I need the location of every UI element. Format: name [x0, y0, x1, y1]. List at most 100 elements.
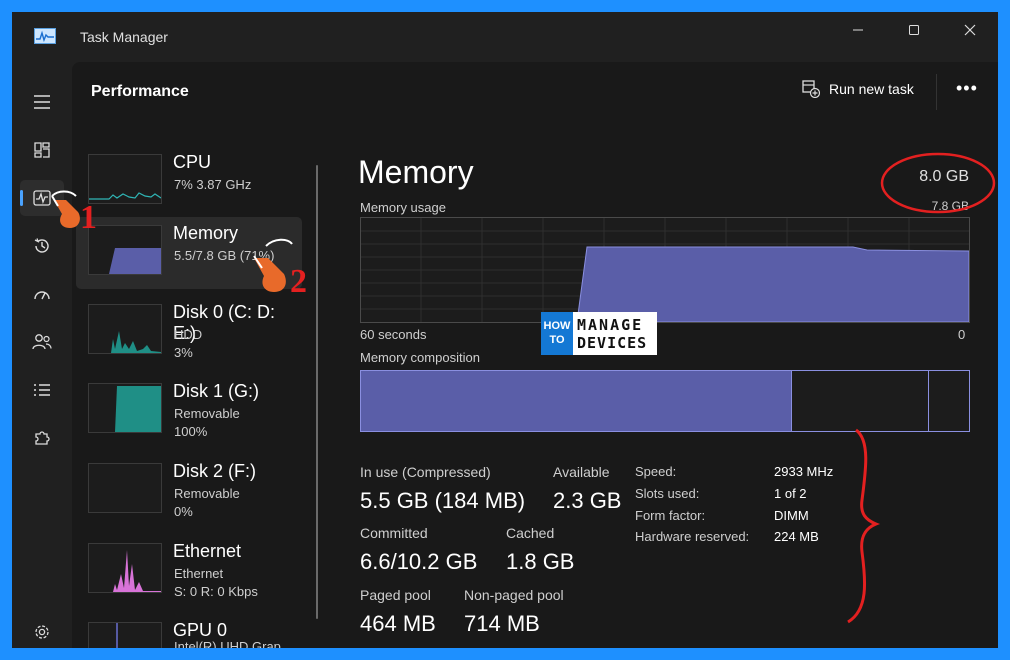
logo-how-text: HOW [543, 320, 571, 332]
resource-list-scrollbar[interactable] [316, 165, 318, 619]
in-use-value: 5.5 GB (184 MB) [360, 488, 526, 513]
resource-detail: Removable [174, 486, 240, 501]
nav-settings[interactable] [20, 614, 64, 648]
title-bar: Task Manager [12, 12, 998, 62]
resource-name: Disk 1 (G:) [173, 381, 260, 401]
minimize-button[interactable] [838, 18, 878, 46]
speedometer-icon [34, 291, 50, 300]
resource-ethernet[interactable]: Ethernet Ethernet S: 0 R: 0 Kbps [76, 535, 302, 607]
committed-value: 6.6/10.2 GB [360, 549, 478, 574]
run-new-task-button[interactable]: Run new task [802, 80, 914, 98]
memory-composition-bar [360, 370, 970, 432]
cached-value: 1.8 GB [506, 549, 575, 574]
nav-performance[interactable] [20, 180, 64, 216]
close-icon [964, 24, 976, 36]
available-label: Available [553, 464, 610, 480]
gpu-thumbnail-graph [88, 622, 162, 648]
nav-services[interactable] [20, 420, 64, 456]
speed-label: Speed: [635, 464, 677, 479]
resource-cpu[interactable]: CPU 7% 3.87 GHz [76, 146, 302, 218]
non-paged-pool-label: Non-paged pool [464, 587, 564, 603]
page-header: Performance Run new task ••• [72, 62, 998, 122]
howtomanagedevices-logo: HOW TO MANAGE DEVICES [541, 312, 657, 355]
header-separator [936, 74, 937, 110]
memory-total: 8.0 GB [919, 168, 969, 185]
resource-name: CPU [173, 152, 212, 172]
resource-memory[interactable]: Memory 5.5/7.8 GB (71%) [76, 217, 302, 289]
resource-disk-1[interactable]: Disk 1 (G:) Removable 100% [76, 375, 302, 447]
form-factor-value: DIMM [774, 508, 809, 523]
puzzle-icon [35, 431, 50, 445]
close-button[interactable] [950, 18, 990, 46]
slots-used-label: Slots used: [635, 486, 700, 501]
resource-detail: 7% 3.87 GHz [174, 177, 252, 192]
memory-usable: 7.8 GB [931, 199, 969, 213]
committed-label: Committed [360, 525, 428, 541]
processes-icon [34, 142, 50, 158]
task-manager-app-icon [34, 28, 56, 44]
disk2-thumbnail-graph [88, 463, 162, 513]
resource-usage: 0% [174, 504, 193, 519]
run-new-task-label: Run new task [829, 81, 914, 97]
non-paged-pool-value: 714 MB [464, 611, 540, 636]
resource-detail: HDD [174, 327, 203, 342]
memory-composition-label: Memory composition [360, 350, 480, 365]
resource-usage: 3% [174, 345, 193, 360]
slots-used-value: 1 of 2 [774, 486, 807, 501]
memory-usage-graph [360, 217, 970, 323]
paged-pool-label: Paged pool [360, 587, 431, 603]
users-icon [32, 334, 52, 350]
logo-manage-text: MANAGE [577, 316, 644, 334]
run-task-icon [802, 80, 820, 98]
nav-app-history[interactable] [20, 228, 64, 264]
maximize-icon [909, 25, 919, 35]
page-title: Performance [91, 83, 189, 100]
task-manager-window: Task Manager Performance Run new task ••… [12, 12, 998, 648]
resource-name: Ethernet [173, 541, 242, 561]
maximize-button[interactable] [894, 18, 934, 46]
resource-detail: 5.5/7.8 GB (71%) [174, 248, 275, 263]
performance-icon [33, 190, 51, 206]
disk0-thumbnail-graph [88, 304, 162, 354]
resource-gpu[interactable]: GPU 0 Intel(R) UHD Grap... [76, 614, 302, 648]
logo-how-to: HOW TO [541, 312, 573, 355]
navigation-rail [12, 62, 72, 648]
speed-value: 2933 MHz [774, 464, 834, 479]
cpu-thumbnail-graph [88, 154, 162, 204]
nav-details[interactable] [20, 372, 64, 408]
minimize-icon [853, 29, 863, 31]
nav-startup-apps[interactable] [20, 276, 64, 312]
ethernet-thumbnail-graph [88, 543, 162, 593]
gear-icon [35, 625, 49, 639]
logo-to-text: TO [549, 334, 565, 346]
nav-users[interactable] [20, 324, 64, 360]
memory-thumbnail-graph [88, 225, 162, 275]
memory-title: Memory [358, 154, 474, 190]
nav-processes[interactable] [20, 132, 64, 168]
resource-disk-2[interactable]: Disk 2 (F:) Removable 0% [76, 455, 302, 527]
resource-detail: Ethernet [174, 566, 224, 581]
hamburger-menu-button[interactable] [20, 84, 64, 120]
resource-disk-0[interactable]: Disk 0 (C: D: E:) HDD 3% [76, 296, 302, 368]
composition-divider [928, 371, 929, 431]
resource-usage: 100% [174, 424, 208, 439]
graph-x-end-label: 0 [958, 327, 966, 342]
resource-usage: S: 0 R: 0 Kbps [174, 584, 258, 599]
list-icon [34, 384, 50, 396]
window-title: Task Manager [80, 29, 168, 45]
more-options-button[interactable]: ••• [956, 78, 978, 99]
hamburger-icon [34, 95, 50, 109]
hardware-reserved-label: Hardware reserved: [635, 529, 750, 544]
content-area: Performance Run new task ••• CPU 7% 3.87… [72, 62, 998, 648]
cached-label: Cached [506, 525, 555, 541]
resource-name: Disk 2 (F:) [173, 461, 256, 481]
form-factor-label: Form factor: [635, 508, 706, 523]
memory-usage-label: Memory usage [360, 200, 446, 215]
available-value: 2.3 GB [553, 488, 622, 513]
paged-pool-value: 464 MB [360, 611, 436, 636]
composition-divider [791, 371, 792, 431]
resource-name: GPU 0 [173, 620, 228, 640]
logo-devices-text: DEVICES [577, 334, 648, 352]
resource-detail: Removable [174, 406, 240, 421]
resource-name: Memory [173, 223, 239, 243]
